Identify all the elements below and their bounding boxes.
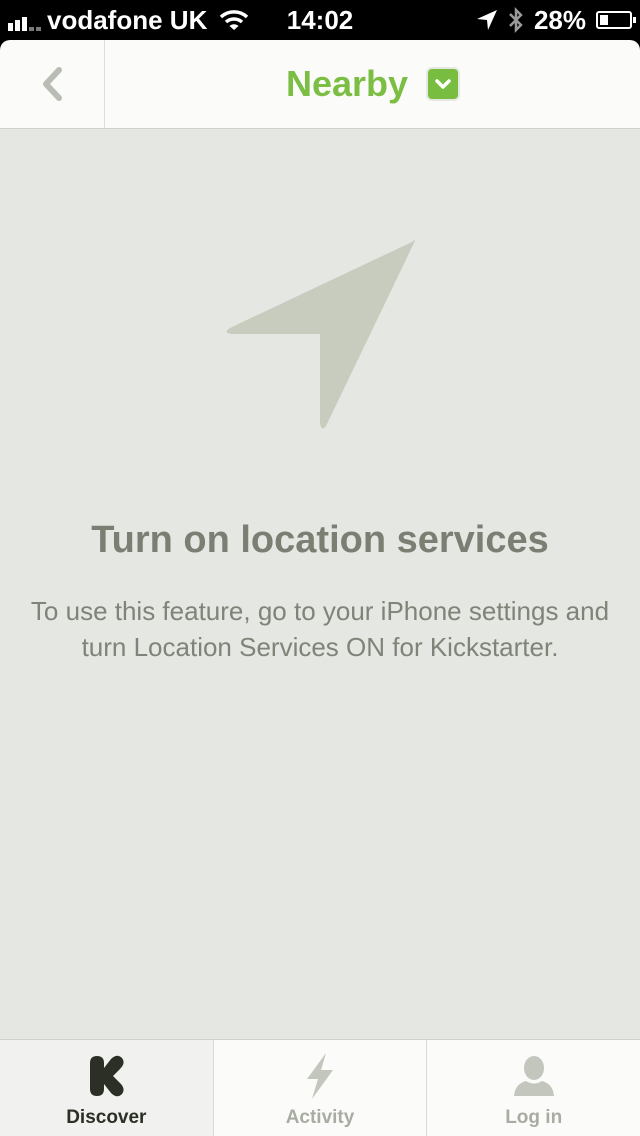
tab-label: Discover [66,1107,147,1128]
tab-label: Activity [285,1107,355,1128]
tab-label: Log in [505,1107,563,1128]
back-button[interactable] [0,40,105,128]
tab-log-in[interactable]: Log in [426,1040,640,1136]
status-right: 28% [476,0,636,40]
user-icon [512,1051,556,1101]
battery-percent: 28% [533,4,586,35]
battery-tip [633,17,636,23]
nearby-dropdown[interactable]: Nearby [104,40,640,128]
tab-bar: Discover Activity Log in [0,1039,640,1136]
location-arrow-icon [476,10,497,30]
empty-state-message: To use this feature, go to your iPhone s… [30,596,610,662]
empty-state-title: Turn on location services [91,519,549,561]
status-bar: vodafone UK 14:02 28% [0,0,640,40]
chevron-left-icon [43,67,62,101]
phone-screen: vodafone UK 14:02 28% Nearby Turn on loc… [0,0,640,1136]
empty-state: Turn on location services To use this fe… [0,129,640,1039]
page-title: Nearby [285,63,409,104]
battery-fill [600,15,608,25]
tab-discover[interactable]: Discover [0,1040,213,1136]
bluetooth-icon [509,6,523,34]
chevron-down-icon [428,69,459,99]
lightning-icon [304,1051,336,1101]
navigation-bar: Nearby [0,40,640,129]
tab-activity[interactable]: Activity [212,1040,427,1136]
location-arrow-icon [226,240,415,429]
kickstarter-k-icon [87,1051,125,1101]
battery-icon [596,11,636,29]
